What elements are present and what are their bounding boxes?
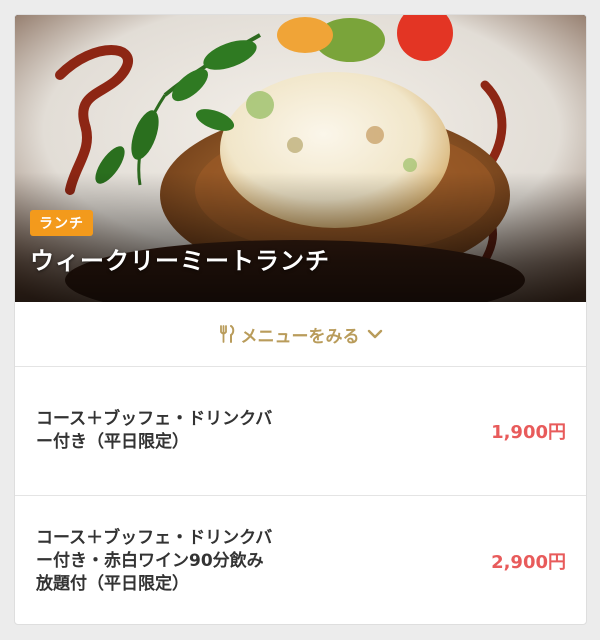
- view-menu-button[interactable]: メニューをみる: [15, 302, 586, 367]
- hero-image: ランチ ウィークリーミートランチ: [15, 15, 586, 302]
- fork-knife-icon: [219, 325, 235, 343]
- plan-price: 2,900円: [491, 552, 566, 573]
- plan-title: ウィークリーミートランチ: [30, 247, 330, 275]
- hero-gradient: [15, 172, 586, 302]
- plan-name: コース＋ブッフェ・ドリンクバー付き・赤白ワイン90分飲み放題付（平日限定）: [36, 527, 273, 594]
- lunch-plan-card: ランチ ウィークリーミートランチ メニューをみる コース＋ブッフェ・ドリンクバー…: [14, 14, 587, 625]
- plan-row[interactable]: コース＋ブッフェ・ドリンクバー付き（平日限定） 1,900円: [15, 367, 586, 496]
- plan-name: コース＋ブッフェ・ドリンクバー付き（平日限定）: [36, 409, 273, 452]
- plan-price: 1,900円: [491, 422, 566, 443]
- view-menu-label: メニューをみる: [240, 326, 360, 347]
- category-badge: ランチ: [30, 210, 93, 236]
- plan-row[interactable]: コース＋ブッフェ・ドリンクバー付き・赤白ワイン90分飲み放題付（平日限定） 2,…: [15, 496, 586, 624]
- chevron-down-icon: [367, 328, 383, 340]
